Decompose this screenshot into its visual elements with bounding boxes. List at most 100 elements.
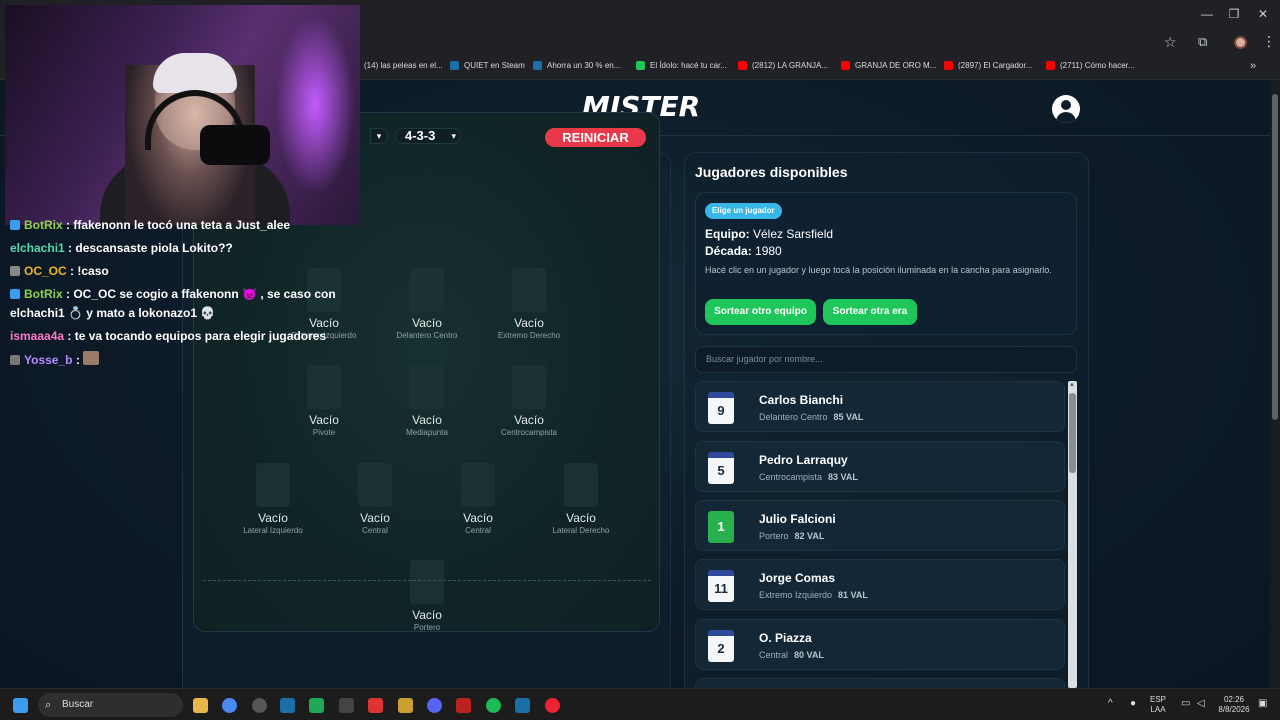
player-card[interactable]: 9 Carlos Bianchi Delantero Centro 85 VAL xyxy=(695,381,1065,432)
reset-button[interactable]: REINICIAR xyxy=(545,128,646,147)
emote-icon xyxy=(83,351,100,365)
user-account-icon[interactable] xyxy=(1052,95,1080,123)
bookmark-item[interactable]: (2897) El Cargador... xyxy=(944,61,1032,70)
slot-pivote[interactable]: Vacío Pivote xyxy=(269,365,379,437)
extensions-icon[interactable]: ⧉ xyxy=(1198,34,1207,50)
notification-icon[interactable]: ▣ xyxy=(1258,699,1267,709)
team-line: Equipo: Vélez Sarsfield xyxy=(705,227,834,241)
bookmark-item[interactable]: Ahorra un 30 % en... xyxy=(533,61,620,70)
slot-mediapunta[interactable]: Vacío Mediapunta xyxy=(372,365,482,437)
chat-message: BotRix : ffakenonn le tocó una teta a Ju… xyxy=(10,218,290,232)
volume-icon[interactable]: ◁ xyxy=(1197,699,1205,709)
app-icon[interactable] xyxy=(398,698,413,713)
jersey-icon: 2 xyxy=(708,630,734,662)
idolo-icon xyxy=(636,61,645,70)
language-indicator[interactable]: ESP LAA xyxy=(1150,695,1166,715)
empty-shirt-icon xyxy=(410,268,444,312)
chat-message: Yosse_b : xyxy=(10,351,103,367)
empty-shirt-icon xyxy=(410,365,444,409)
windows-start-icon[interactable] xyxy=(13,698,28,713)
bookmark-item[interactable]: GRANJA DE ORO M... xyxy=(841,61,936,70)
tray-overflow-icon[interactable]: ^ xyxy=(1108,699,1113,709)
jersey-icon: 9 xyxy=(708,392,734,424)
decade-line: Década: 1980 xyxy=(705,244,782,258)
chat-message-continuation: elchachi1 💍 y mato a lokonazo1 💀 xyxy=(10,306,216,320)
player-search-input[interactable]: Buscar jugador por nombre... xyxy=(695,346,1077,373)
chevron-down-icon: ▾ xyxy=(451,131,456,141)
steam-icon xyxy=(450,61,459,70)
slot-portero[interactable]: Vacío Portero xyxy=(372,560,482,632)
bookmark-item[interactable]: (14) las peleas en el... xyxy=(350,61,443,70)
taskbar-search[interactable]: ⌕ Buscar xyxy=(38,693,183,717)
player-card[interactable]: 2 O. Piazza Central 80 VAL xyxy=(695,619,1065,670)
scroll-up-icon[interactable]: ▲ xyxy=(1069,382,1075,388)
slot-central[interactable]: Vacío Central xyxy=(423,463,533,535)
app-icon[interactable] xyxy=(456,698,471,713)
empty-shirt-icon xyxy=(564,463,598,507)
choose-player-pill: Elige un jugador xyxy=(705,203,782,219)
chrome-icon[interactable] xyxy=(222,698,237,713)
app-icon[interactable] xyxy=(252,698,267,713)
chat-message: BotRix : OC_OC se cogio a ffakenonn 👿 , … xyxy=(10,287,336,301)
decade-select[interactable]: ▾ xyxy=(370,128,388,144)
page-scrollbar[interactable] xyxy=(1270,80,1280,688)
bookmark-item[interactable]: (2711) Cómo hacer... xyxy=(1046,61,1135,70)
bot-icon xyxy=(10,289,20,299)
empty-shirt-icon xyxy=(410,560,444,604)
file-explorer-icon[interactable] xyxy=(193,698,208,713)
bookmark-item[interactable]: El Ídolo: hacé tu car... xyxy=(636,61,727,70)
draw-era-button[interactable]: Sortear otra era xyxy=(823,299,917,325)
player-card[interactable]: 1 Julio Falcioni Portero 82 VAL xyxy=(695,500,1065,551)
clock[interactable]: 02:26 8/8/2026 xyxy=(1214,695,1254,715)
youtube-icon xyxy=(944,61,953,70)
app-icon[interactable] xyxy=(545,698,560,713)
slot-lateral-derecho[interactable]: Vacío Lateral Derecho xyxy=(526,463,636,535)
draw-team-button[interactable]: Sortear otro equipo xyxy=(705,299,816,325)
goalkeeper-jersey-icon: 1 xyxy=(708,511,734,543)
slot-extremo-derecho[interactable]: Vacío Extremo Derecho xyxy=(474,268,584,340)
bookmark-item[interactable]: QUIET en Steam xyxy=(450,61,525,70)
app-icon[interactable] xyxy=(339,698,354,713)
app-icon[interactable] xyxy=(309,698,324,713)
empty-shirt-icon xyxy=(461,463,495,507)
spotify-icon[interactable] xyxy=(486,698,501,713)
address-bar[interactable] xyxy=(360,32,1180,52)
keyboard-icon xyxy=(10,266,20,276)
app-icon[interactable] xyxy=(368,698,383,713)
player-card[interactable]: 11 Jorge Comas Extremo Izquierdo 81 VAL xyxy=(695,559,1065,610)
empty-shirt-icon xyxy=(256,463,290,507)
player-card[interactable] xyxy=(695,678,1065,688)
bookmark-item[interactable]: (2812) LA GRANJA... xyxy=(738,61,828,70)
chat-message: elchachi1 : descansaste piola Lokito?? xyxy=(10,241,233,255)
player-list-scrollbar[interactable]: ▲ xyxy=(1068,381,1077,688)
bot-icon xyxy=(10,220,20,230)
formation-select[interactable]: 4-3-3 ▾ xyxy=(395,128,461,144)
youtube-icon xyxy=(841,61,850,70)
slot-centrocampista[interactable]: Vacío Centrocampista xyxy=(474,365,584,437)
steam-icon[interactable] xyxy=(280,698,295,713)
menu-icon[interactable]: ⋮ xyxy=(1262,33,1276,50)
chat-message: ismaaa4a : te va tocando equipos para el… xyxy=(10,329,327,343)
search-icon: ⌕ xyxy=(45,699,52,711)
bookmark-star-icon[interactable]: ☆ xyxy=(1164,34,1177,51)
steam-icon xyxy=(533,61,542,70)
profile-avatar[interactable] xyxy=(1234,36,1247,49)
mic-icon[interactable]: ● xyxy=(1130,699,1136,709)
steam-icon[interactable] xyxy=(515,698,530,713)
webcam-overlay xyxy=(5,5,360,225)
jersey-icon: 11 xyxy=(708,570,734,602)
slot-lateral-izquierdo[interactable]: Vacío Lateral Izquierdo xyxy=(218,463,328,535)
pitch-divider xyxy=(203,580,651,581)
player-card[interactable]: 5 Pedro Larraquy Centrocampista 83 VAL xyxy=(695,441,1065,492)
close-icon[interactable]: ✕ xyxy=(1246,5,1280,23)
network-icon[interactable]: ▭ xyxy=(1181,699,1190,709)
instruction-text: Hacé clic en un jugador y luego tocá la … xyxy=(705,265,1052,275)
youtube-icon xyxy=(1046,61,1055,70)
player-list: 9 Carlos Bianchi Delantero Centro 85 VAL … xyxy=(695,381,1067,688)
taskbar: ⌕ Buscar ^ ● ESP LAA ▭ ◁ 02:26 8/8/2026 ▣ xyxy=(0,688,1280,720)
empty-shirt-icon xyxy=(512,268,546,312)
slot-delantero-centro[interactable]: Vacío Delantero Centro xyxy=(372,268,482,340)
discord-icon[interactable] xyxy=(427,698,442,713)
slot-central[interactable]: Vacío Central xyxy=(320,463,430,535)
bookmarks-overflow-icon[interactable]: » xyxy=(1250,60,1256,72)
